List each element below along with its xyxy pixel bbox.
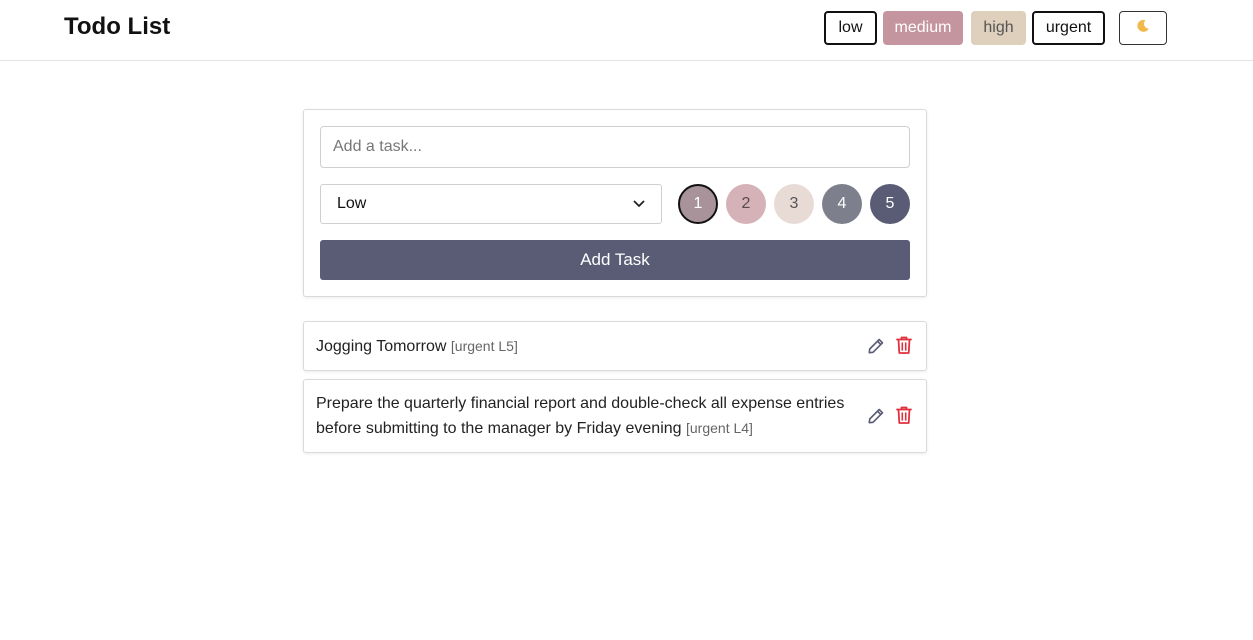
add-task-button[interactable]: Add Task (320, 240, 910, 280)
level-1-button[interactable]: 1 (678, 184, 718, 224)
task-priority-meta: [urgent L5] (450, 338, 518, 354)
moon-icon (1135, 18, 1151, 39)
trash-icon[interactable] (894, 405, 914, 425)
task-item: Jogging Tomorrow [urgent L5] (303, 321, 927, 371)
app-title: Todo List (64, 13, 171, 40)
task-title: Prepare the quarterly financial report a… (316, 395, 845, 437)
app-header: Todo List low medium high urgent (0, 0, 1253, 61)
task-title: Jogging Tomorrow (316, 338, 447, 355)
trash-icon[interactable] (894, 335, 914, 355)
filter-high-button[interactable]: high (971, 11, 1026, 45)
theme-toggle-button[interactable] (1119, 11, 1167, 45)
priority-select-value: Low (337, 195, 367, 212)
level-2-button[interactable]: 2 (726, 184, 766, 224)
filter-low-button[interactable]: low (824, 11, 877, 45)
level-4-button[interactable]: 4 (822, 184, 862, 224)
filter-urgent-button[interactable]: urgent (1032, 11, 1105, 45)
chevron-down-icon (633, 195, 645, 213)
add-task-form: Low 1 2 3 4 5 Add Task (303, 109, 927, 297)
level-3-button[interactable]: 3 (774, 184, 814, 224)
priority-select[interactable]: Low (320, 184, 662, 224)
pencil-icon[interactable] (866, 406, 886, 426)
task-priority-meta: [urgent L4] (686, 420, 753, 436)
task-item: Prepare the quarterly financial report a… (303, 379, 927, 453)
task-input[interactable] (320, 126, 910, 168)
pencil-icon[interactable] (866, 336, 886, 356)
filter-medium-button[interactable]: medium (883, 11, 963, 45)
task-text: Prepare the quarterly financial report a… (316, 392, 856, 441)
task-text: Jogging Tomorrow [urgent L5] (316, 334, 856, 359)
level-5-button[interactable]: 5 (870, 184, 910, 224)
